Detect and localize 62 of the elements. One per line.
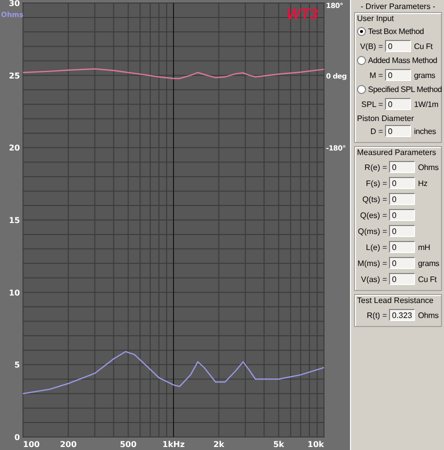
field-label: L(e) = <box>364 242 388 252</box>
x-tick-label: 5k <box>273 440 284 449</box>
input-field[interactable]: 0 <box>389 161 415 173</box>
panel-title: - Driver Parameters - <box>360 2 436 11</box>
field-label: R(t) = <box>366 310 388 320</box>
y-tick-label: 20 <box>8 144 20 153</box>
input-field[interactable]: 0 <box>389 225 415 237</box>
unit-label: inches <box>414 126 436 136</box>
x-tick-label: 100 <box>23 440 40 449</box>
group-title: Test Lead Resistance <box>357 296 434 305</box>
input-field[interactable]: 0 <box>385 125 411 137</box>
field-label: M = <box>368 70 384 80</box>
input-field[interactable]: 0 <box>389 209 415 221</box>
y-tick-label: 10 <box>8 288 20 298</box>
group-title: User Input <box>357 14 395 23</box>
x-tick-label: 1kHz <box>162 440 185 449</box>
radio-button[interactable] <box>357 56 366 65</box>
field-label: D = <box>369 126 384 136</box>
unit-label: Ohms <box>418 162 439 172</box>
logo: WT3 <box>286 6 318 23</box>
radio-button[interactable] <box>357 27 366 36</box>
field-label: M(ms) = <box>357 258 388 268</box>
x-tick-label: 10k <box>308 440 324 449</box>
input-field[interactable]: 0 <box>385 98 411 110</box>
unit-label: grams <box>414 70 436 80</box>
y-tick-label: 15 <box>8 216 20 225</box>
y-tick-label: 5 <box>14 360 20 370</box>
x-tick-label: 2k <box>213 440 224 449</box>
unit-label: Hz <box>418 178 428 188</box>
unit-label: Ohms <box>418 310 439 320</box>
radio-button[interactable] <box>357 85 366 94</box>
unit-label: grams <box>418 258 440 268</box>
field-label: Q(ts) = <box>361 194 388 204</box>
input-field[interactable]: 0.323 <box>389 309 415 321</box>
input-field[interactable]: 0 <box>389 273 415 285</box>
input-field[interactable]: 0 <box>385 40 411 52</box>
field-label: Q(ms) = <box>357 226 388 236</box>
y-tick-label: 25 <box>8 71 20 80</box>
input-field[interactable]: 0 <box>389 177 415 189</box>
field-label: R(e) = <box>364 162 388 172</box>
field-label: Q(es) = <box>359 210 388 220</box>
input-field[interactable]: 0 <box>389 193 415 205</box>
field-label: SPL = <box>360 100 384 108</box>
unit-label: Cu Ft <box>414 42 433 50</box>
x-tick-label: 200 <box>60 440 77 449</box>
y-tick-label: 30 <box>8 0 20 8</box>
input-field[interactable]: 0 <box>385 69 411 81</box>
x-tick-label: 500 <box>120 440 137 449</box>
field-label: V(B) = <box>359 42 384 50</box>
unit-label: mH <box>418 242 430 252</box>
radio-label[interactable]: Test Box Method <box>368 27 424 36</box>
radio-label[interactable]: Specified SPL Method <box>368 85 442 94</box>
input-field[interactable]: 0 <box>389 241 415 253</box>
group-title: Measured Parameters <box>357 148 438 157</box>
field-label: F(s) = <box>364 178 388 188</box>
unit-label: 1W/1m <box>414 100 438 108</box>
unit-label: Cu Ft <box>418 274 437 284</box>
section-label: Piston Diameter <box>357 114 415 123</box>
field-label: V(as) = <box>360 274 388 284</box>
y-tick-label: 0 <box>14 433 20 442</box>
radio-label[interactable]: Added Mass Method <box>368 56 438 65</box>
input-field[interactable]: 0 <box>389 257 415 269</box>
